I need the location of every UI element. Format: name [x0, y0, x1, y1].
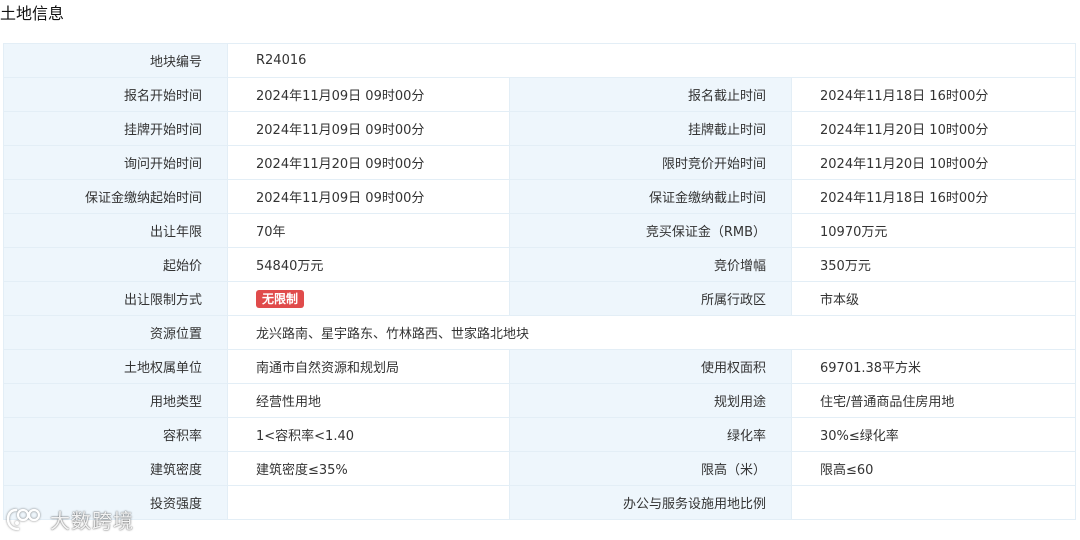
height-value: 限高≤60	[790, 451, 1077, 486]
office-ratio-label: 办公与服务设施用地比例	[509, 485, 792, 520]
office-ratio-value	[790, 485, 1077, 520]
signup-start-value: 2024年11月09日 09时00分	[227, 77, 510, 112]
planned-use-label: 规划用途	[509, 383, 792, 418]
table-row: 投资强度 办公与服务设施用地比例	[3, 485, 1077, 520]
land-type-label: 用地类型	[3, 383, 228, 418]
area-value: 69701.38平方米	[790, 349, 1077, 384]
location-value: 龙兴路南、星宇路东、竹林路西、世家路北地块	[226, 315, 1077, 350]
listing-start-value: 2024年11月09日 09时00分	[227, 111, 510, 146]
table-row: 资源位置 龙兴路南、星宇路东、竹林路西、世家路北地块	[3, 315, 1077, 350]
deposit-amount-label: 竞买保证金（RMB）	[509, 213, 792, 248]
table-row: 报名开始时间 2024年11月09日 09时00分 报名截止时间 2024年11…	[3, 77, 1077, 112]
height-label: 限高（米）	[509, 451, 792, 486]
timed-bid-start-label: 限时竞价开始时间	[509, 145, 792, 180]
restriction-badge: 无限制	[256, 289, 305, 308]
table-row: 容积率 1<容积率<1.40 绿化率 30%≤绿化率	[3, 417, 1077, 452]
signup-start-label: 报名开始时间	[3, 77, 228, 112]
restriction-cell: 无限制	[227, 281, 510, 316]
increment-label: 竞价增幅	[509, 247, 792, 282]
watermark-text: 大数跨境	[50, 508, 134, 533]
table-row: 出让年限 70年 竞买保证金（RMB） 10970万元	[3, 213, 1077, 248]
planned-use-value: 住宅/普通商品住房用地	[790, 383, 1077, 418]
land-info-table: 地块编号 R24016 报名开始时间 2024年11月09日 09时00分 报名…	[3, 43, 1077, 520]
far-value: 1<容积率<1.40	[227, 417, 510, 452]
watermark: 大数跨境	[6, 505, 134, 533]
table-row: 用地类型 经营性用地 规划用途 住宅/普通商品住房用地	[3, 383, 1077, 418]
inquiry-start-value: 2024年11月20日 09时00分	[227, 145, 510, 180]
area-label: 使用权面积	[509, 349, 792, 384]
restriction-label: 出让限制方式	[3, 281, 228, 316]
signup-end-label: 报名截止时间	[509, 77, 792, 112]
listing-end-label: 挂牌截止时间	[509, 111, 792, 146]
table-row: 保证金缴纳起始时间 2024年11月09日 09时00分 保证金缴纳截止时间 2…	[3, 179, 1077, 214]
timed-bid-start-value: 2024年11月20日 10时00分	[790, 145, 1077, 180]
signup-end-value: 2024年11月18日 16时00分	[790, 77, 1077, 112]
table-row: 询问开始时间 2024年11月20日 09时00分 限时竞价开始时间 2024年…	[3, 145, 1077, 180]
camera-brand-icon	[6, 508, 41, 531]
table-row: 土地权属单位 南通市自然资源和规划局 使用权面积 69701.38平方米	[3, 349, 1077, 384]
greening-label: 绿化率	[509, 417, 792, 452]
deposit-end-label: 保证金缴纳截止时间	[509, 179, 792, 214]
deposit-start-label: 保证金缴纳起始时间	[3, 179, 228, 214]
owner-label: 土地权属单位	[3, 349, 228, 384]
land-type-value: 经营性用地	[227, 383, 510, 418]
greening-value: 30%≤绿化率	[790, 417, 1077, 452]
section-title: 土地信息	[0, 4, 65, 23]
inquiry-start-label: 询问开始时间	[3, 145, 228, 180]
parcel-no-value: R24016	[226, 43, 1077, 78]
district-value: 市本级	[790, 281, 1077, 316]
investment-value	[227, 485, 510, 520]
density-value: 建筑密度≤35%	[227, 451, 510, 486]
parcel-no-label: 地块编号	[3, 43, 228, 78]
table-row: 出让限制方式 无限制 所属行政区 市本级	[3, 281, 1077, 316]
table-row: 起始价 54840万元 竞价增幅 350万元	[3, 247, 1077, 282]
table-row: 挂牌开始时间 2024年11月09日 09时00分 挂牌截止时间 2024年11…	[3, 111, 1077, 146]
listing-start-label: 挂牌开始时间	[3, 111, 228, 146]
deposit-amount-value: 10970万元	[790, 213, 1077, 248]
term-value: 70年	[227, 213, 510, 248]
table-row: 地块编号 R24016	[3, 43, 1077, 78]
start-price-label: 起始价	[3, 247, 228, 282]
location-label: 资源位置	[3, 315, 228, 350]
term-label: 出让年限	[3, 213, 228, 248]
district-label: 所属行政区	[509, 281, 792, 316]
far-label: 容积率	[3, 417, 228, 452]
increment-value: 350万元	[790, 247, 1077, 282]
owner-value: 南通市自然资源和规划局	[227, 349, 510, 384]
listing-end-value: 2024年11月20日 10时00分	[790, 111, 1077, 146]
deposit-start-value: 2024年11月09日 09时00分	[227, 179, 510, 214]
table-row: 建筑密度 建筑密度≤35% 限高（米） 限高≤60	[3, 451, 1077, 486]
density-label: 建筑密度	[3, 451, 228, 486]
deposit-end-value: 2024年11月18日 16时00分	[790, 179, 1077, 214]
start-price-value: 54840万元	[227, 247, 510, 282]
